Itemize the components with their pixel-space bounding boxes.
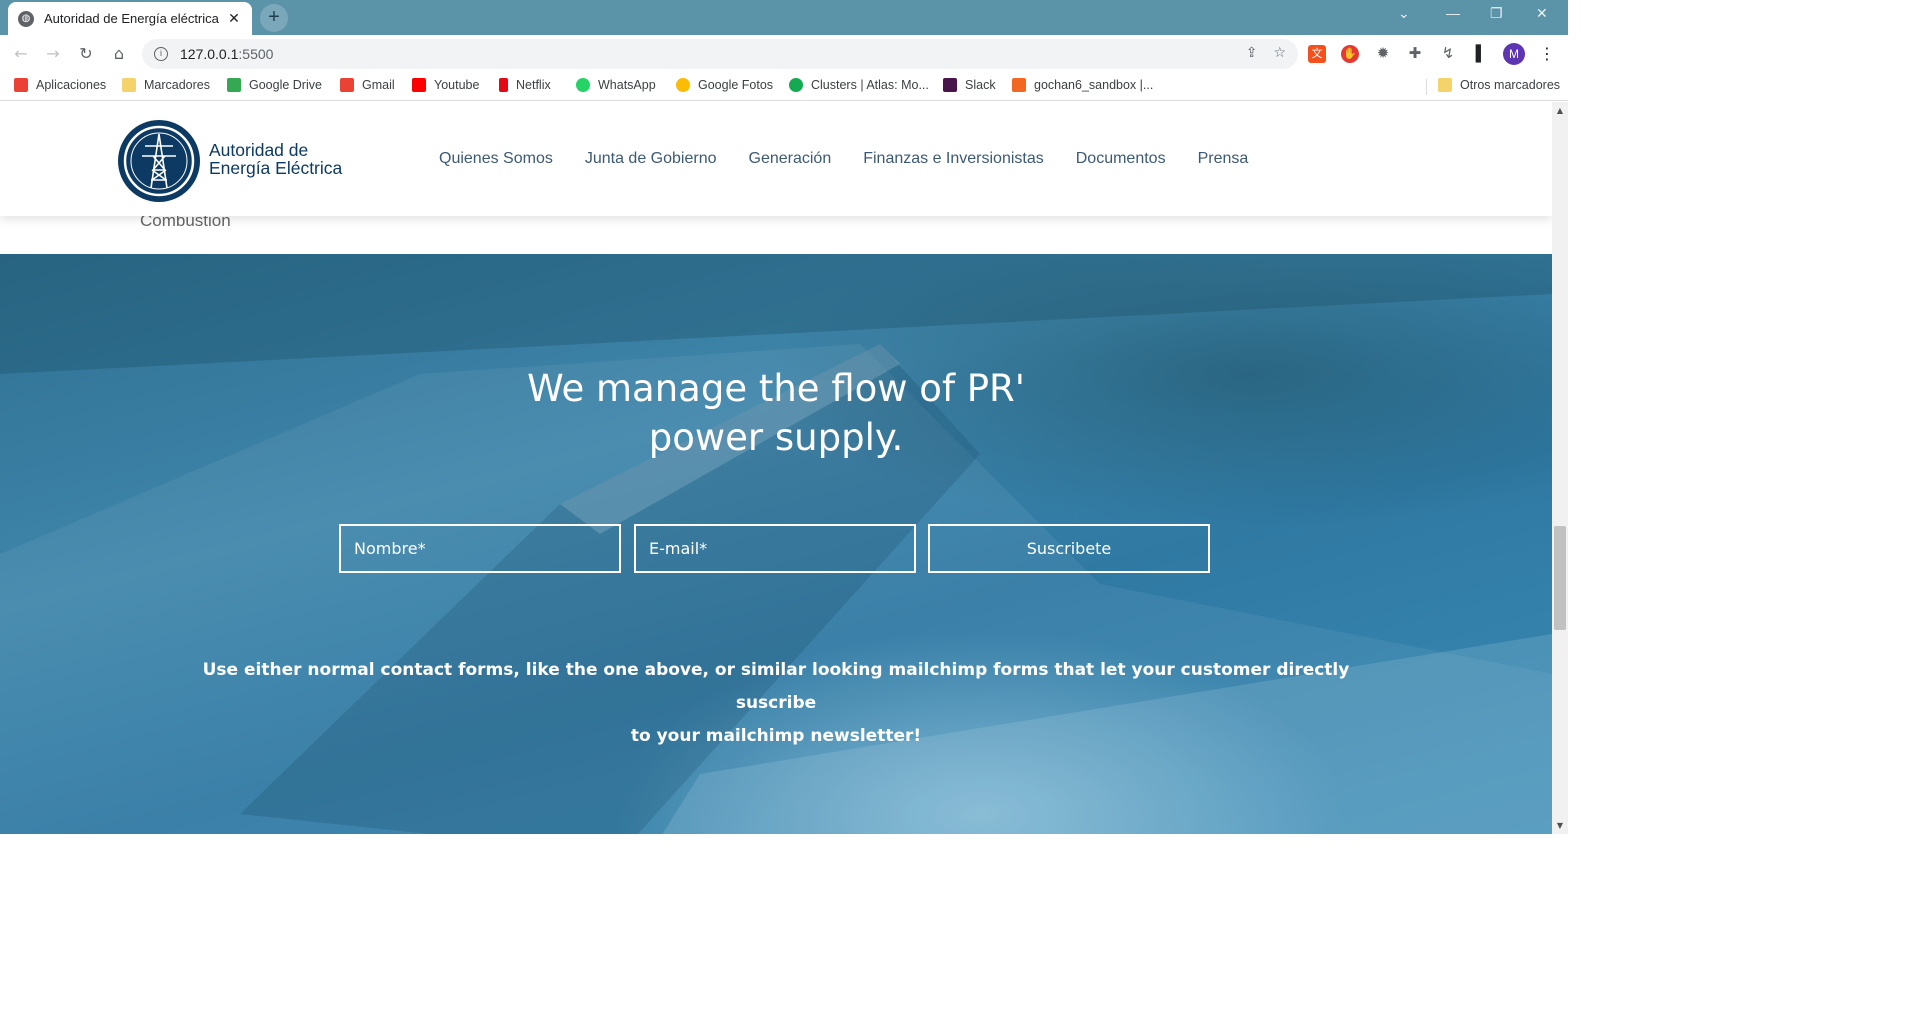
- back-arrow-icon[interactable]: ←: [10, 43, 32, 65]
- tab-search-icon[interactable]: ⌄: [1398, 5, 1410, 22]
- cpanel-icon: [1012, 78, 1026, 92]
- bookmark-label: Slack: [965, 78, 996, 92]
- netflix-icon: [499, 78, 508, 92]
- extension-refresh-icon[interactable]: ↯: [1439, 45, 1457, 63]
- close-window-icon[interactable]: ✕: [1536, 5, 1548, 22]
- scroll-down-arrow-icon[interactable]: ▼: [1552, 821, 1568, 830]
- subscribe-hero-section: We manage the flow of PR' power supply. …: [0, 254, 1552, 834]
- scroll-up-arrow-icon[interactable]: ▲: [1552, 106, 1568, 115]
- bookmark-label: Clusters | Atlas: Mo...: [811, 78, 929, 92]
- bookmark-gochan[interactable]: gochan6_sandbox |...: [1012, 78, 1153, 92]
- gmail-icon: [340, 78, 354, 92]
- extensions-puzzle-icon[interactable]: ✚: [1406, 45, 1424, 63]
- bookmark-marcadores[interactable]: Marcadores: [122, 78, 210, 92]
- bookmark-label: Gmail: [362, 78, 395, 92]
- name-input[interactable]: Nombre*: [339, 524, 621, 573]
- hero-description-line-1: Use either normal contact forms, like th…: [202, 660, 1350, 713]
- profile-avatar[interactable]: M: [1503, 43, 1525, 65]
- hero-description: Use either normal contact forms, like th…: [176, 654, 1376, 753]
- page-scrollbar[interactable]: ▲ ▼: [1552, 102, 1568, 834]
- browser-tab-strip: ◍ Autoridad de Energía eléctrica ✕ + ⌄ —…: [0, 0, 1568, 35]
- site-header: Autoridad de Energía Eléctrica Quienes S…: [0, 102, 1552, 216]
- bookmark-netflix[interactable]: Netflix: [499, 78, 551, 92]
- new-tab-button[interactable]: +: [260, 4, 288, 32]
- bookmark-star-icon[interactable]: ☆: [1273, 45, 1286, 61]
- google-photos-icon: [676, 78, 690, 92]
- browser-toolbar: ← → ↻ ⌂ i 127.0.0.1:5500 ⇪ ☆ 文 ✋ ✹ ✚ ↯ ▌…: [0, 35, 1568, 73]
- bookmark-label: WhatsApp: [598, 78, 656, 92]
- page-viewport: Autoridad de Energía Eléctrica Quienes S…: [0, 102, 1552, 834]
- hero-description-line-2: to your mailchimp newsletter!: [630, 726, 922, 746]
- extension-adblock-icon[interactable]: ✋: [1341, 45, 1359, 63]
- bookmark-atlas[interactable]: Clusters | Atlas: Mo...: [789, 78, 929, 92]
- tab-title: Autoridad de Energía eléctrica: [44, 11, 219, 26]
- bookmark-whatsapp[interactable]: WhatsApp: [576, 78, 656, 92]
- bookmark-label: Otros marcadores: [1460, 78, 1561, 92]
- nav-finanzas-inversionistas[interactable]: Finanzas e Inversionistas: [863, 150, 1044, 168]
- bookmark-google-fotos[interactable]: Google Fotos: [676, 78, 773, 92]
- home-icon[interactable]: ⌂: [108, 43, 130, 65]
- side-panel-icon[interactable]: ▌: [1472, 45, 1490, 63]
- email-input[interactable]: E-mail*: [634, 524, 916, 573]
- apps-grid-icon: [14, 78, 28, 92]
- bookmark-google-drive[interactable]: Google Drive: [227, 78, 322, 92]
- folder-icon: [122, 78, 136, 92]
- bookmark-label: Google Fotos: [698, 78, 774, 92]
- bookmark-label: Marcadores: [144, 78, 210, 92]
- youtube-icon: [412, 78, 426, 92]
- subscribe-button[interactable]: Suscribete: [928, 524, 1210, 573]
- site-info-icon[interactable]: i: [154, 47, 168, 61]
- mongodb-leaf-icon: [789, 78, 803, 92]
- bookmark-label: Youtube: [434, 78, 480, 92]
- share-icon[interactable]: ⇪: [1246, 45, 1258, 61]
- folder-icon: [1438, 78, 1452, 92]
- bookmark-label: Aplicaciones: [36, 78, 107, 92]
- omnibox-actions: ⇪ ☆: [1246, 45, 1286, 61]
- minimize-icon[interactable]: —: [1446, 5, 1460, 21]
- hero-title-line-1: We manage the flow of PR': [527, 367, 1025, 410]
- power-tower-logo-svg: [123, 125, 195, 197]
- power-tower-logo-icon[interactable]: [118, 120, 200, 202]
- bookmarks-bar: Aplicaciones Marcadores Google Drive Gma…: [0, 73, 1568, 101]
- restore-icon[interactable]: ❐: [1490, 5, 1503, 22]
- url-host: 127.0.0.1: [180, 46, 239, 62]
- whatsapp-icon: [576, 78, 590, 92]
- main-navigation: Quienes Somos Junta de Gobierno Generaci…: [439, 150, 1248, 168]
- browser-tab[interactable]: ◍ Autoridad de Energía eléctrica ✕: [8, 2, 252, 35]
- nav-quienes-somos[interactable]: Quienes Somos: [439, 150, 553, 168]
- bookmark-otros-marcadores[interactable]: Otros marcadores: [1438, 78, 1560, 92]
- nav-junta-de-gobierno[interactable]: Junta de Gobierno: [585, 150, 717, 168]
- bookmark-label: Netflix: [516, 78, 551, 92]
- bookmark-separator: [1426, 79, 1427, 95]
- nav-documentos[interactable]: Documentos: [1076, 150, 1166, 168]
- extension-gear-icon[interactable]: ✹: [1374, 45, 1392, 63]
- extension-translate-icon[interactable]: 文: [1308, 45, 1326, 63]
- nav-prensa[interactable]: Prensa: [1198, 150, 1249, 168]
- logo-line-1: Autoridad de: [209, 140, 309, 160]
- bookmark-aplicaciones[interactable]: Aplicaciones: [14, 78, 106, 92]
- bookmark-label: gochan6_sandbox |...: [1034, 78, 1154, 92]
- google-drive-icon: [227, 78, 241, 92]
- scrollbar-thumb[interactable]: [1554, 526, 1566, 630]
- hero-title-line-2: power supply.: [648, 416, 904, 459]
- url-text: 127.0.0.1:5500: [180, 46, 273, 62]
- close-tab-icon[interactable]: ✕: [226, 10, 242, 27]
- url-port: :5500: [238, 46, 274, 62]
- address-bar[interactable]: i 127.0.0.1:5500 ⇪ ☆: [142, 39, 1298, 69]
- globe-icon: ◍: [18, 10, 34, 27]
- forward-arrow-icon[interactable]: →: [42, 43, 64, 65]
- site-logo-text[interactable]: Autoridad de Energía Eléctrica: [209, 141, 342, 177]
- hero-title: We manage the flow of PR' power supply.: [0, 364, 1552, 462]
- menu-kebab-icon[interactable]: ⋮: [1536, 43, 1558, 65]
- bookmark-gmail[interactable]: Gmail: [340, 78, 395, 92]
- bookmark-slack[interactable]: Slack: [943, 78, 996, 92]
- reload-icon[interactable]: ↻: [75, 43, 97, 65]
- bookmark-label: Google Drive: [249, 78, 322, 92]
- slack-icon: [943, 78, 957, 92]
- bookmark-youtube[interactable]: Youtube: [412, 78, 479, 92]
- nav-generacion[interactable]: Generación: [749, 150, 832, 168]
- logo-line-2: Energía Eléctrica: [209, 158, 343, 178]
